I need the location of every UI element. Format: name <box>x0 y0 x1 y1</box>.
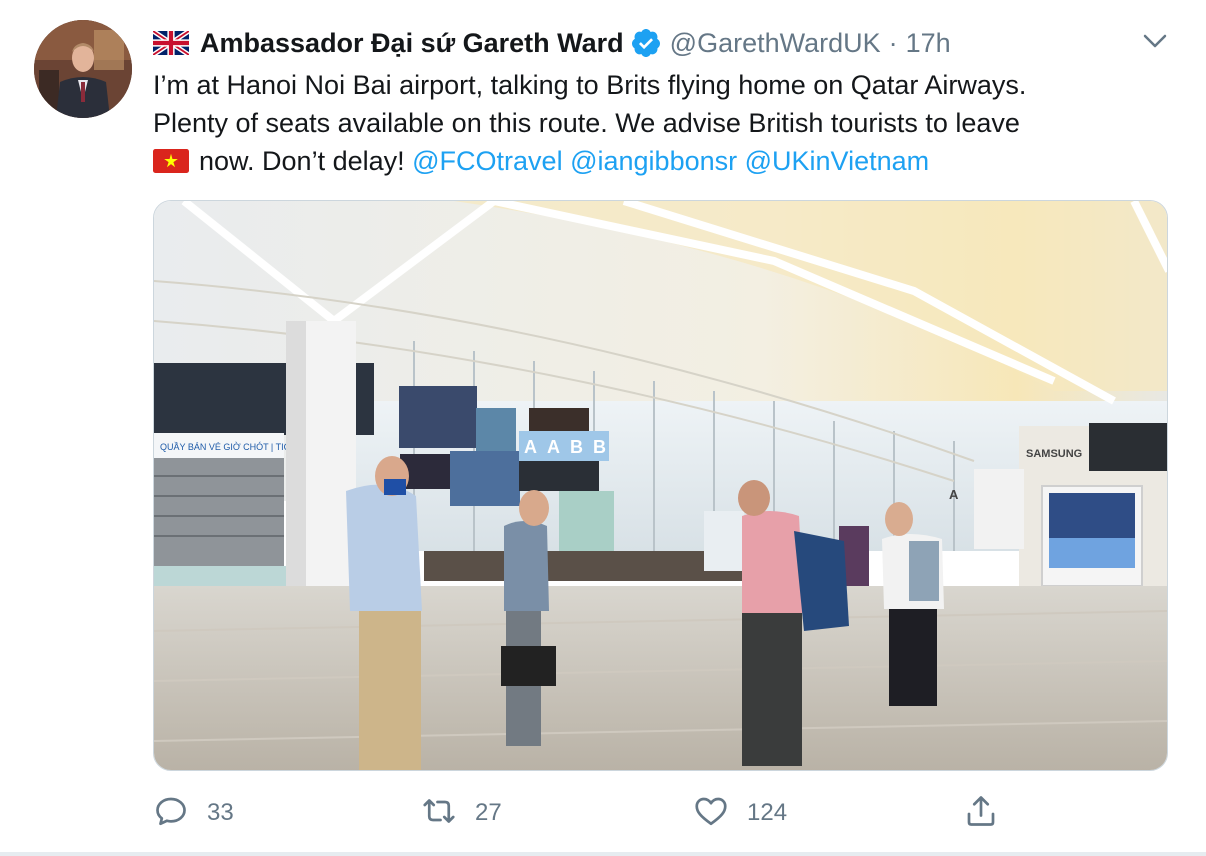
zone-letter: B <box>570 437 583 457</box>
airport-terminal-photo: QUẦY BÁN VÉ GIỜ CHÓT | TICKET OFFICE A A… <box>154 201 1167 770</box>
verified-badge-icon <box>630 27 662 59</box>
reply-count: 33 <box>207 799 234 826</box>
tweet-text-fragment: now. Don’t delay! <box>199 146 405 176</box>
avatar[interactable] <box>34 20 132 118</box>
tweet-text: I’m at Hanoi Noi Bai airport, talking to… <box>153 66 1173 180</box>
like-count: 124 <box>747 799 788 826</box>
zone-letter: B <box>593 437 606 457</box>
vietnam-flag-icon <box>153 145 189 173</box>
tweet-photo[interactable]: QUẦY BÁN VÉ GIỜ CHÓT | TICKET OFFICE A A… <box>153 200 1168 771</box>
tweet[interactable]: Ambassador Đại sứ Gareth Ward @GarethWar… <box>0 0 1206 856</box>
reply-icon <box>153 793 189 834</box>
retweet-count: 27 <box>475 799 502 826</box>
chevron-down-icon[interactable] <box>1140 26 1170 56</box>
author-handle[interactable]: @GarethWardUK <box>670 28 881 59</box>
samsung-sign: SAMSUNG <box>1026 448 1082 460</box>
reply-button[interactable]: 33 <box>153 792 234 834</box>
author-display-name[interactable]: Ambassador Đại sứ Gareth Ward <box>200 28 624 59</box>
like-button[interactable]: 124 <box>693 792 787 834</box>
separator-dot: · <box>888 27 898 58</box>
share-button[interactable] <box>963 792 999 834</box>
zone-letter: A <box>547 437 560 457</box>
share-icon <box>963 793 999 834</box>
heart-icon <box>693 793 729 834</box>
avatar-image <box>34 20 132 118</box>
tweet-header: Ambassador Đại sứ Gareth Ward @GarethWar… <box>151 26 951 60</box>
timestamp[interactable]: 17h <box>906 28 951 59</box>
retweet-icon <box>421 793 457 834</box>
tweet-text-line: Plenty of seats available on this route.… <box>153 108 1020 138</box>
mention-link[interactable]: @iangibbonsr <box>570 146 737 176</box>
zone-sign: A <box>949 487 959 502</box>
tweet-text-line: I’m at Hanoi Noi Bai airport, talking to… <box>153 70 1027 100</box>
mention-link[interactable]: @FCOtravel <box>412 146 562 176</box>
uk-flag-icon <box>151 29 191 57</box>
divider <box>0 852 1206 856</box>
zone-letter: A <box>524 437 537 457</box>
retweet-button[interactable]: 27 <box>421 792 502 834</box>
tweet-text-line: now. Don’t delay! @FCOtravel @iangibbons… <box>153 142 1173 180</box>
tweet-actions: 33 27 124 <box>153 792 1168 834</box>
mention-link[interactable]: @UKinVietnam <box>745 146 930 176</box>
